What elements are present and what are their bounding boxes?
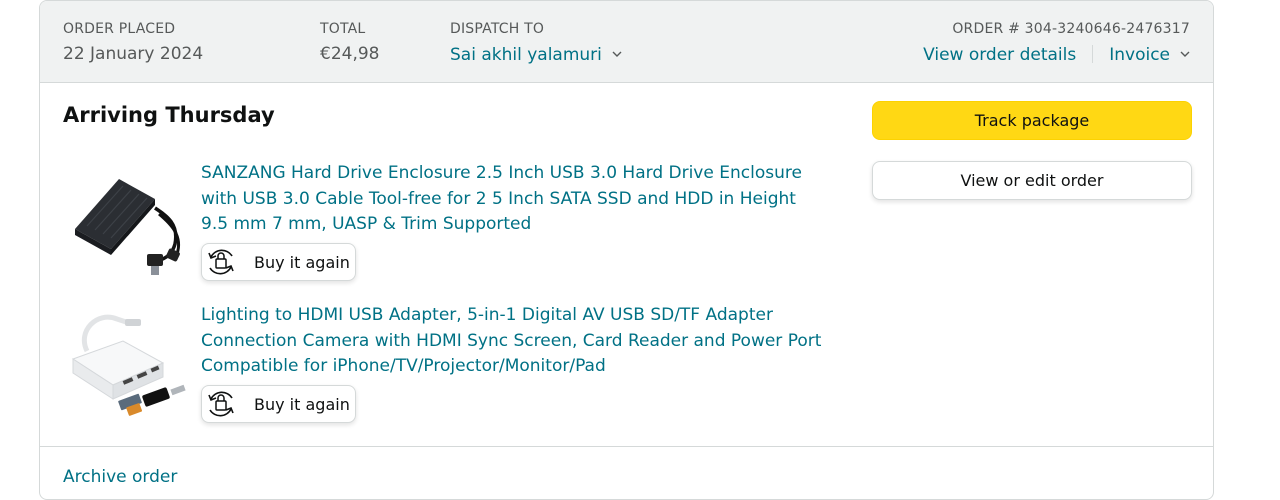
buy-again-label: Buy it again	[254, 252, 350, 272]
invoice-dropdown[interactable]: Invoice	[1109, 43, 1190, 65]
dispatch-to-recipient[interactable]: Sai akhil yalamuri	[450, 43, 622, 66]
total-label: TOTAL	[320, 21, 366, 37]
order-placed-block: ORDER PLACED 22 January 2024	[63, 20, 203, 65]
link-divider	[1092, 45, 1094, 63]
hard-drive-enclosure-image[interactable]	[67, 166, 187, 286]
view-edit-order-button[interactable]: View or edit order	[872, 161, 1192, 200]
order-number-block: ORDER # 304-3240646-2476317 View order d…	[923, 20, 1190, 66]
chevron-down-icon[interactable]	[1180, 43, 1190, 62]
order-links: View order details Invoice	[923, 43, 1190, 66]
buy-again-icon	[204, 245, 238, 279]
order-placed-label: ORDER PLACED	[63, 21, 176, 37]
dispatch-to-block: DISPATCH TO Sai akhil yalamuri	[450, 20, 622, 66]
order-header: ORDER PLACED 22 January 2024 TOTAL €24,9…	[40, 1, 1213, 83]
buy-again-label: Buy it again	[254, 394, 350, 414]
order-placed-date: 22 January 2024	[63, 44, 204, 64]
item-title-link[interactable]: SANZANG Hard Drive Enclosure 2.5 Inch US…	[201, 161, 826, 238]
buy-again-icon	[204, 387, 238, 421]
order-card: ORDER PLACED 22 January 2024 TOTAL €24,9…	[39, 0, 1214, 500]
recipient-name[interactable]: Sai akhil yalamuri	[450, 45, 602, 65]
chevron-down-icon[interactable]	[612, 43, 622, 62]
total-block: TOTAL €24,98	[320, 20, 379, 65]
track-package-button[interactable]: Track package	[872, 101, 1192, 140]
total-amount: €24,98	[320, 44, 380, 64]
buy-again-button[interactable]: Buy it again	[201, 243, 356, 281]
buy-again-button[interactable]: Buy it again	[201, 385, 356, 423]
view-order-details-link[interactable]: View order details	[923, 45, 1076, 65]
order-number: ORDER # 304-3240646-2476317	[952, 21, 1190, 37]
item-title-link[interactable]: Lighting to HDMI USB Adapter, 5-in-1 Dig…	[201, 303, 826, 380]
invoice-link[interactable]: Invoice	[1109, 45, 1170, 65]
shipment-status: Arriving Thursday	[63, 103, 275, 127]
footer-divider	[40, 446, 1213, 447]
hdmi-adapter-image[interactable]	[67, 301, 187, 421]
archive-order-link[interactable]: Archive order	[63, 467, 177, 487]
dispatch-to-label: DISPATCH TO	[450, 21, 545, 37]
